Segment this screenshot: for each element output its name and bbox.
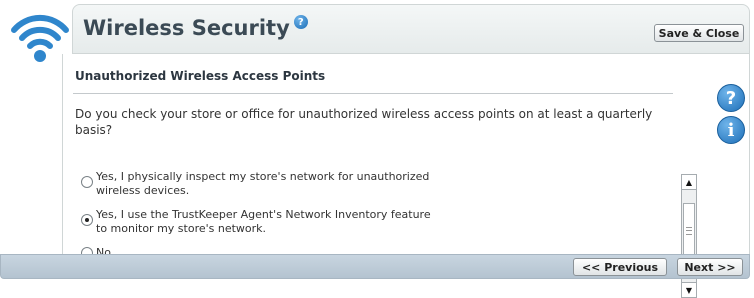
save-close-button[interactable]: Save & Close [654,24,744,42]
previous-button[interactable]: << Previous [573,258,667,276]
radio-trustkeeper-agent[interactable] [81,214,93,226]
page-title-text: Wireless Security [83,16,290,40]
scroll-down-arrow-icon[interactable]: ▼ [682,282,696,297]
option-physical-inspect[interactable]: Yes, I physically inspect my store's net… [81,170,641,198]
info-icon[interactable]: i [717,116,745,144]
content-panel: Unauthorized Wireless Access Points Do y… [62,54,750,298]
title-help-icon[interactable]: ? [293,15,308,29]
header-bar: Wireless Security ? [72,4,750,54]
radio-physical-inspect[interactable] [81,176,93,188]
question-text: Do you check your store or office for un… [75,107,653,137]
scroll-thumb[interactable] [683,203,695,259]
section-divider [73,93,673,94]
footer-bar: << Previous Next >> [0,254,750,279]
options-scrollbar[interactable]: ▲ ▼ [681,174,697,298]
next-button[interactable]: Next >> [677,258,743,276]
page-title: Wireless Security ? [83,15,308,40]
option-label: Yes, I physically inspect my store's net… [96,170,430,197]
option-label: Yes, I use the TrustKeeper Agent's Netwo… [96,208,431,235]
option-trustkeeper-agent[interactable]: Yes, I use the TrustKeeper Agent's Netwo… [81,208,641,236]
section-title: Unauthorized Wireless Access Points [75,69,326,83]
help-icon[interactable]: ? [717,84,745,112]
scroll-up-arrow-icon[interactable]: ▲ [682,175,696,190]
